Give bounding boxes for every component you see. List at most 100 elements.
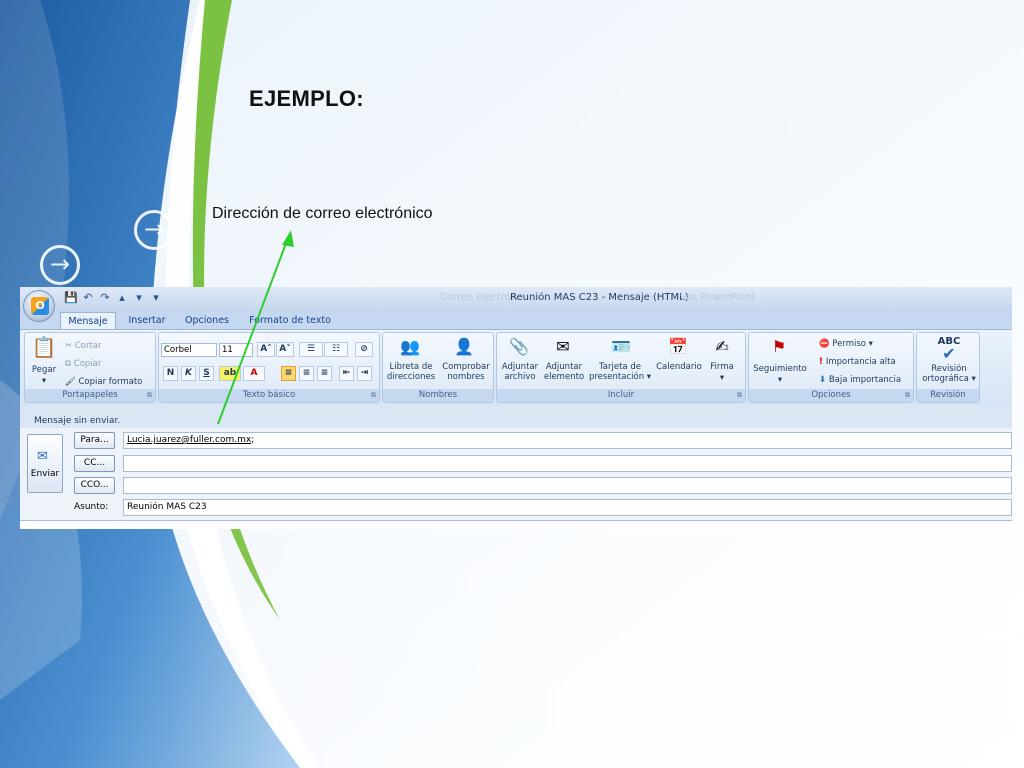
group-nombres: 👥 Libreta de direcciones 👤 Comprobar nombr… bbox=[382, 332, 494, 403]
bullets-icon[interactable]: ☰ bbox=[299, 342, 323, 357]
dialog-launcher-icon[interactable]: ⧉ bbox=[737, 391, 742, 400]
group-label: Portapapeles bbox=[25, 389, 155, 402]
check-names-button[interactable]: Comprobar nombres bbox=[439, 362, 493, 382]
paste-button[interactable]: Pegar bbox=[29, 365, 59, 375]
permission-button[interactable]: ⛔ Permiso ▾ bbox=[819, 339, 873, 349]
slide-title: EJEMPLO: bbox=[249, 86, 364, 111]
group-portapapeles: 📋 Pegar ▾ ✂ Cortar ⧉ Copiar 🖌 Copiar for… bbox=[24, 332, 156, 403]
customize-qat-icon[interactable]: ▾ bbox=[149, 291, 163, 305]
callout-label: Dirección de correo electrónico bbox=[212, 205, 433, 222]
group-label: Revisión bbox=[917, 389, 979, 402]
send-button[interactable]: ✉ Enviar bbox=[27, 434, 63, 493]
paperclip-icon: 📎 bbox=[509, 337, 529, 356]
align-left-icon[interactable]: ≡ bbox=[281, 366, 296, 381]
followup-button[interactable]: Seguimiento bbox=[751, 364, 809, 374]
group-label: Opciones bbox=[749, 389, 913, 402]
address-book-button[interactable]: Libreta de direcciones bbox=[385, 362, 437, 382]
underline-button[interactable]: S bbox=[199, 366, 214, 381]
save-icon[interactable]: 💾 bbox=[64, 291, 78, 305]
font-color-icon[interactable]: A bbox=[243, 366, 265, 381]
group-incluir: 📎 Adjuntar archivo ✉ Adjuntar elemento 🪪 T… bbox=[496, 332, 746, 403]
spelling-button[interactable]: Revisión ortográfica ▾ bbox=[917, 364, 981, 384]
tab-opciones[interactable]: Opciones bbox=[182, 312, 232, 329]
dialog-launcher-icon[interactable]: ⧉ bbox=[905, 391, 910, 400]
bold-button[interactable]: N bbox=[163, 366, 178, 381]
signature-dropdown-icon[interactable]: ▾ bbox=[705, 373, 739, 383]
ribbon: 📋 Pegar ▾ ✂ Cortar ⧉ Copiar 🖌 Copiar for… bbox=[20, 329, 1012, 405]
low-importance-button[interactable]: ⬇ Baja importancia bbox=[819, 375, 901, 385]
increase-indent-icon[interactable]: ⇥ bbox=[357, 366, 372, 381]
message-header-form: ✉ Enviar Para... CC... CCO... Asunto: Lu… bbox=[20, 428, 1012, 521]
tab-mensaje[interactable]: Mensaje bbox=[60, 312, 116, 329]
business-card-button[interactable]: Tarjeta de presentación ▾ bbox=[587, 362, 653, 382]
high-importance-button[interactable]: ! Importancia alta bbox=[819, 357, 896, 367]
attach-item-button[interactable]: Adjuntar elemento bbox=[543, 362, 585, 382]
font-size-combo[interactable]: 11 bbox=[219, 343, 253, 357]
align-center-icon[interactable]: ≡ bbox=[299, 366, 314, 381]
decrease-indent-icon[interactable]: ⇤ bbox=[339, 366, 354, 381]
title-bar: Correo electrón Reunión MAS C23 - Mensaj… bbox=[20, 287, 1012, 309]
office-button[interactable]: O bbox=[23, 290, 55, 322]
window-title: Reunión MAS C23 - Mensaje (HTML) bbox=[510, 292, 689, 303]
outlook-message-window: Correo electrón Reunión MAS C23 - Mensaj… bbox=[20, 287, 1012, 529]
to-field[interactable]: Lucia.juarez@fuller.com.mx; bbox=[123, 432, 1012, 449]
highlight-icon[interactable]: ab bbox=[219, 366, 241, 381]
up-icon[interactable]: ▴ bbox=[115, 291, 129, 305]
subject-label: Asunto: bbox=[74, 502, 109, 512]
cut-button[interactable]: ✂ Cortar bbox=[65, 341, 102, 351]
redo-icon[interactable]: ↷ bbox=[98, 291, 112, 305]
title-ghost-left: Correo electrón bbox=[440, 292, 518, 303]
format-painter-button[interactable]: 🖌 Copiar formato bbox=[65, 377, 142, 387]
copy-button[interactable]: ⧉ Copiar bbox=[65, 359, 101, 369]
numbering-icon[interactable]: ☷ bbox=[324, 342, 348, 357]
dialog-launcher-icon[interactable]: ⧉ bbox=[371, 391, 376, 400]
group-revision: ABC ✔ Revisión ortográfica ▾ Revisión bbox=[916, 332, 980, 403]
recipient-address[interactable]: Lucia.juarez@fuller.com.mx bbox=[127, 435, 251, 445]
grow-font-button[interactable]: A˄ bbox=[257, 342, 275, 357]
font-name-combo[interactable]: Corbel bbox=[161, 343, 217, 357]
subject-field[interactable]: Reunión MAS C23 bbox=[123, 499, 1012, 516]
attach-file-button[interactable]: Adjuntar archivo bbox=[499, 362, 541, 382]
paste-icon: 📋 bbox=[31, 335, 57, 359]
group-opciones: ⚑ Seguimiento ▾ ⛔ Permiso ▾ ! Importanci… bbox=[748, 332, 914, 403]
check-names-icon: 👤 bbox=[454, 337, 474, 356]
scissors-icon: ✂ bbox=[65, 341, 75, 351]
message-body[interactable] bbox=[20, 520, 1012, 529]
group-texto-basico: Corbel 11 A˄ A˅ ☰ ☷ ⊘ N K S ab A ≡ ≡ ≡ ⇤… bbox=[158, 332, 380, 403]
title-ghost-right: vas PowerPoint bbox=[680, 292, 756, 303]
arrow-circle-icon: → bbox=[40, 245, 80, 285]
business-card-icon: 🪪 bbox=[611, 337, 631, 356]
office-logo-icon: O bbox=[31, 297, 49, 315]
cc-field[interactable] bbox=[123, 455, 1012, 472]
group-label: Nombres bbox=[383, 389, 493, 402]
align-right-icon[interactable]: ≡ bbox=[317, 366, 332, 381]
undo-icon[interactable]: ↶ bbox=[81, 291, 95, 305]
shrink-font-button[interactable]: A˅ bbox=[276, 342, 294, 357]
signature-icon: ✍ bbox=[715, 337, 729, 356]
tab-formato-de-texto[interactable]: Formato de texto bbox=[248, 312, 332, 329]
send-label: Enviar bbox=[30, 469, 60, 479]
dialog-launcher-icon[interactable]: ⧉ bbox=[147, 391, 152, 400]
calendar-button[interactable]: Calendario bbox=[653, 362, 705, 372]
down-icon[interactable]: ▾ bbox=[132, 291, 146, 305]
calendar-icon: 📅 bbox=[668, 337, 688, 356]
down-arrow-icon: ⬇ bbox=[819, 375, 829, 385]
bcc-field[interactable] bbox=[123, 477, 1012, 494]
tab-insertar[interactable]: Insertar bbox=[124, 312, 170, 329]
exclamation-icon: ! bbox=[819, 357, 826, 367]
signature-button[interactable]: Firma bbox=[705, 362, 739, 372]
bcc-button[interactable]: CCO... bbox=[74, 477, 115, 494]
cc-button[interactable]: CC... bbox=[74, 455, 115, 472]
flag-icon: ⚑ bbox=[771, 337, 787, 356]
followup-dropdown-icon[interactable]: ▾ bbox=[751, 375, 809, 385]
send-mail-icon: ✉ bbox=[37, 449, 48, 464]
italic-button[interactable]: K bbox=[181, 366, 196, 381]
paste-dropdown-icon[interactable]: ▾ bbox=[29, 376, 59, 386]
group-label: Texto básico bbox=[159, 389, 379, 402]
arrow-circle-icon: → bbox=[134, 210, 174, 250]
to-button[interactable]: Para... bbox=[74, 432, 115, 449]
clear-format-icon[interactable]: ⊘ bbox=[355, 342, 373, 357]
checkmark-icon: ✔ bbox=[942, 344, 956, 363]
address-book-icon: 👥 bbox=[400, 337, 420, 356]
copy-icon: ⧉ bbox=[65, 359, 74, 369]
